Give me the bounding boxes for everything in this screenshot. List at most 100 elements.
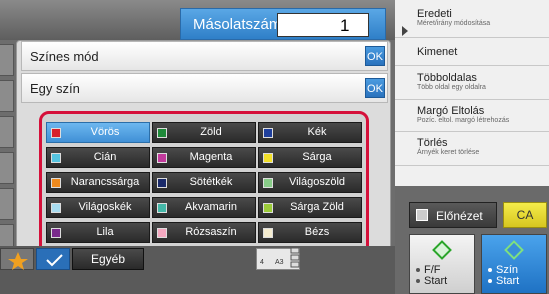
- color-button-label: Cián: [93, 151, 117, 163]
- confirm-button[interactable]: [36, 248, 70, 270]
- left-tabs: [0, 40, 16, 260]
- sidebar-item-title: Kimenet: [417, 46, 458, 58]
- color-button-label: Sárga Zöld: [290, 201, 344, 213]
- color-button-label: Zöld: [200, 126, 222, 138]
- sidebar-item-title: Törlés: [417, 137, 448, 149]
- start-bw-line2: Start: [424, 275, 448, 287]
- sidebar-item-subtitle: Méret/irány módosítása: [417, 20, 491, 27]
- color-swatch-icon: [263, 153, 273, 163]
- color-swatch-icon: [157, 128, 167, 138]
- color-button-label: Magenta: [189, 151, 233, 163]
- play-icon: [402, 26, 408, 36]
- left-tab[interactable]: [0, 80, 14, 112]
- color-swatch-icon: [51, 203, 61, 213]
- sidebar-item-eredeti[interactable]: Eredeti Méret/irány módosítása: [395, 0, 549, 38]
- color-swatch-icon: [157, 228, 167, 238]
- color-button[interactable]: Lila: [46, 222, 150, 243]
- color-button-label: Rózsaszín: [185, 226, 237, 238]
- left-tab[interactable]: [0, 116, 14, 148]
- color-button-label: Narancssárga: [70, 176, 140, 188]
- dot-icon: [416, 268, 420, 272]
- bw-start-button[interactable]: F/F Start: [409, 234, 475, 294]
- start-diamond-icon: [432, 240, 452, 260]
- tray-icon: [290, 247, 300, 268]
- sidebar-item-subtitle: Árnyék keret törlése: [417, 149, 480, 156]
- check-icon: [46, 254, 63, 267]
- sidebar-item-title: Eredeti: [417, 8, 452, 20]
- color-swatch-icon: [263, 203, 273, 213]
- preview-button[interactable]: Előnézet: [409, 202, 497, 228]
- sidebar-item-title: Margó Eltolás: [417, 105, 485, 117]
- color-grid: Vörös Zöld Kék Cián Magenta Sárga Narancssárga…: [39, 111, 369, 262]
- color-button[interactable]: Kék: [258, 122, 362, 143]
- copies-bar: Másolatszám 1: [180, 8, 386, 40]
- color-button-label: Világoszöld: [288, 176, 346, 188]
- copies-input[interactable]: 1: [277, 13, 369, 37]
- color-swatch-icon: [51, 228, 61, 238]
- color-button[interactable]: Sárga Zöld: [258, 197, 362, 218]
- color-swatch-icon: [157, 203, 167, 213]
- color-button-label: Bézs: [304, 226, 330, 238]
- color-start-button[interactable]: Szín Start: [481, 234, 547, 294]
- sidebar-item-subtitle: Pozíc. eltol. margó létrehozás: [417, 117, 510, 124]
- color-button-label: Vörös: [90, 126, 120, 138]
- color-button[interactable]: Rózsaszín: [152, 222, 256, 243]
- left-tab[interactable]: [0, 44, 14, 76]
- dot-icon: [416, 279, 420, 283]
- color-button[interactable]: Sötétkék: [152, 172, 256, 193]
- clear-all-button[interactable]: CA: [503, 202, 547, 228]
- color-button[interactable]: Akvamarin: [152, 197, 256, 218]
- sidebar: Eredeti Méret/irány módosítása Kimenet T…: [395, 0, 549, 186]
- color-swatch-icon: [157, 153, 167, 163]
- preview-label: Előnézet: [436, 209, 483, 223]
- color-mode-label: Színes mód: [30, 49, 99, 64]
- color-button-label: Sötétkék: [189, 176, 233, 188]
- single-color-ok-button[interactable]: OK: [365, 78, 385, 98]
- sidebar-item-subtitle: Több oldal egy oldalra: [417, 84, 486, 91]
- paper-size: A3: [275, 259, 284, 266]
- single-color-label: Egy szín: [30, 81, 80, 96]
- copies-label: Másolatszám: [193, 16, 282, 33]
- paper-number: 4: [260, 259, 264, 266]
- favorites-button[interactable]: [0, 248, 34, 270]
- color-swatch-icon: [51, 128, 61, 138]
- color-button[interactable]: Magenta: [152, 147, 256, 168]
- color-button[interactable]: Zöld: [152, 122, 256, 143]
- other-button[interactable]: Egyéb: [72, 248, 144, 270]
- dot-icon: [488, 268, 492, 272]
- left-tab[interactable]: [0, 152, 14, 184]
- color-swatch-icon: [263, 228, 273, 238]
- sidebar-item-kimenet[interactable]: Kimenet: [395, 38, 549, 66]
- preview-icon: [416, 209, 428, 221]
- color-swatch-icon: [51, 153, 61, 163]
- color-button-label: Kék: [307, 126, 327, 138]
- color-button[interactable]: Narancssárga: [46, 172, 150, 193]
- left-tab[interactable]: [0, 188, 14, 220]
- color-swatch-icon: [263, 178, 273, 188]
- star-icon: [8, 252, 28, 270]
- sidebar-item-margo[interactable]: Margó Eltolás Pozíc. eltol. margó létreh…: [395, 100, 549, 132]
- color-button[interactable]: Vörös: [46, 122, 150, 143]
- color-swatch-icon: [51, 178, 61, 188]
- color-button[interactable]: Cián: [46, 147, 150, 168]
- color-button-label: Világoskék: [78, 201, 132, 213]
- color-swatch-icon: [157, 178, 167, 188]
- sidebar-item-torles[interactable]: Törlés Árnyék keret törlése: [395, 132, 549, 166]
- start-diamond-icon: [504, 240, 524, 260]
- color-button[interactable]: Bézs: [258, 222, 362, 243]
- color-mode-row[interactable]: Színes mód OK: [21, 41, 388, 71]
- color-button-label: Lila: [96, 226, 114, 238]
- color-mode-ok-button[interactable]: OK: [365, 46, 385, 66]
- dot-icon: [488, 279, 492, 283]
- sidebar-item-tobboldalas[interactable]: Többoldalas Több oldal egy oldalra: [395, 66, 549, 100]
- color-button[interactable]: Világoszöld: [258, 172, 362, 193]
- color-swatch-icon: [263, 128, 273, 138]
- color-button-label: Akvamarin: [185, 201, 237, 213]
- sidebar-item-title: Többoldalas: [417, 72, 477, 84]
- single-color-row[interactable]: Egy szín OK: [21, 73, 388, 103]
- color-button[interactable]: Sárga: [258, 147, 362, 168]
- color-button[interactable]: Világoskék: [46, 197, 150, 218]
- color-mode-panel: Színes mód OK Egy szín OK Vörös Zöld Kék Ci…: [16, 40, 391, 274]
- color-button-label: Sárga: [302, 151, 332, 163]
- start-color-line2: Start: [496, 275, 520, 287]
